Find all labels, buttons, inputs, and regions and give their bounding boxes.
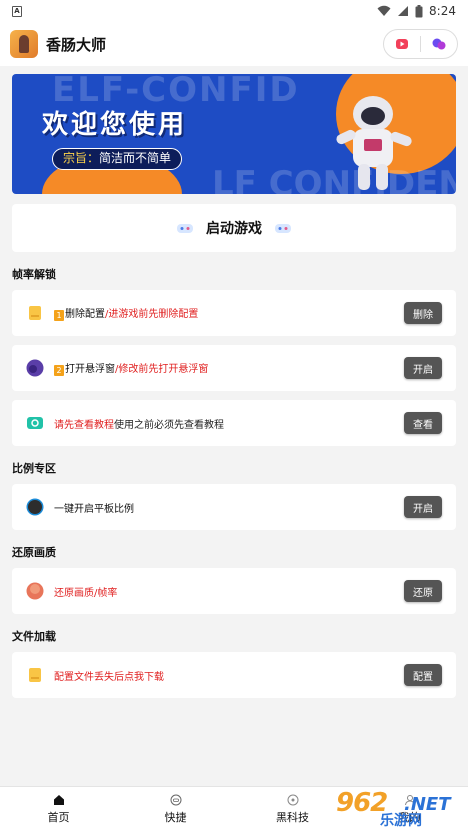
restore-button[interactable]: 还原 xyxy=(404,580,442,602)
row-tablet-ratio-text: 一键开启平板比例 xyxy=(54,500,404,515)
start-game-label: 启动游戏 xyxy=(206,221,262,237)
row-download-config: 配置文件丢失后点我下载 配置 xyxy=(12,652,456,698)
banner-tagline: 宗旨：简洁而不简单 xyxy=(52,148,183,170)
welcome-banner[interactable]: ELF-CONFID LF CONFIDEN 欢迎您使用 宗旨：简洁而不简单 xyxy=(12,74,456,194)
row-title: 一键开启平板比例 xyxy=(54,503,134,515)
compass-icon xyxy=(287,794,298,806)
row-title: 删除配置 xyxy=(65,309,105,320)
astronaut-illustration xyxy=(336,96,412,190)
tagline-prefix: 宗旨： xyxy=(63,151,100,165)
main-content: ELF-CONFID LF CONFIDEN 欢迎您使用 宗旨：简洁而不简单 启… xyxy=(0,66,468,706)
row-tablet-ratio: 一键开启平板比例 开启 xyxy=(12,484,456,530)
community-button[interactable] xyxy=(421,30,457,58)
row-open-floating-window-text: 2 打开悬浮窗/修改前先打开悬浮窗 xyxy=(54,360,404,376)
gamepad-icon xyxy=(170,794,181,806)
open-floating-button[interactable]: 开启 xyxy=(404,357,442,379)
tagline-text: 简洁而不简单 xyxy=(99,151,172,165)
clock: 8:24 xyxy=(429,4,456,18)
teal-chat-icon xyxy=(27,417,43,429)
nav-shortcuts-label: 快捷 xyxy=(164,811,187,824)
config-button[interactable]: 配置 xyxy=(404,664,442,686)
nav-home[interactable]: 首页 xyxy=(0,787,117,832)
status-bar: A 8:24 xyxy=(0,0,468,22)
banner-headline: 欢迎您使用 xyxy=(42,110,188,140)
row-note: 使用之前必须先查看教程 xyxy=(114,419,224,431)
home-icon xyxy=(53,795,64,805)
nav-home-label: 首页 xyxy=(47,811,70,824)
row-note: 配置文件丢失后点我下载 xyxy=(54,671,164,683)
section-title-restore: 还原画质 xyxy=(12,546,56,559)
orange-circle-icon xyxy=(26,582,44,600)
site-watermark: 962 .NET 乐游网 xyxy=(332,788,462,829)
app-title: 香肠大师 xyxy=(46,35,107,54)
enable-tablet-ratio-button[interactable]: 开启 xyxy=(404,496,442,518)
battery-icon xyxy=(415,4,423,17)
gamepad-right-icon xyxy=(275,224,291,233)
row-delete-config: 1 删除配置/进游戏前先删除配置 删除 xyxy=(12,290,456,336)
section-title-frame-unlock: 帧率解锁 xyxy=(12,268,56,281)
row-view-tutorial: 请先查看教程使用之前必须先查看教程 查看 xyxy=(12,400,456,446)
step-badge: 2 xyxy=(54,365,64,376)
start-game-button[interactable]: 启动游戏 xyxy=(12,204,456,252)
section-title-file-load: 文件加载 xyxy=(12,630,56,643)
dark-circle-icon xyxy=(26,498,44,516)
watermark-subtitle: 乐游网 xyxy=(380,813,422,829)
row-download-config-text: 配置文件丢失后点我下载 xyxy=(54,668,404,683)
row-note: /进游戏前先删除配置 xyxy=(105,309,199,320)
step-badge: 1 xyxy=(54,310,64,321)
nav-black-tech-label: 黑科技 xyxy=(276,811,309,824)
row-open-floating-window: 2 打开悬浮窗/修改前先打开悬浮窗 开启 xyxy=(12,345,456,391)
nav-shortcuts[interactable]: 快捷 xyxy=(117,787,234,832)
row-note: 还原画质/帧率 xyxy=(54,587,118,599)
folder-icon xyxy=(29,306,41,320)
sim-card-icon: A xyxy=(12,5,22,17)
play-icon xyxy=(396,39,408,49)
row-title: 打开悬浮窗 xyxy=(65,364,115,375)
app-logo xyxy=(10,30,38,58)
row-restore-quality-text: 还原画质/帧率 xyxy=(54,584,404,599)
delete-button[interactable]: 删除 xyxy=(404,302,442,324)
view-tutorial-button[interactable]: 查看 xyxy=(404,412,442,434)
folder-icon xyxy=(29,668,41,682)
section-title-ratio: 比例专区 xyxy=(12,462,56,475)
row-view-tutorial-text: 请先查看教程使用之前必须先查看教程 xyxy=(54,416,404,431)
app-bar: 香肠大师 xyxy=(0,22,468,66)
signal-icon xyxy=(398,6,409,16)
video-button[interactable] xyxy=(384,30,420,58)
row-restore-quality: 还原画质/帧率 还原 xyxy=(12,568,456,614)
row-note: /修改前先打开悬浮窗 xyxy=(115,364,209,375)
wifi-icon xyxy=(377,5,391,16)
gamepad-left-icon xyxy=(177,224,193,233)
bubbles-icon xyxy=(432,38,446,50)
row-title-red: 请先查看教程 xyxy=(54,419,114,431)
row-delete-config-text: 1 删除配置/进游戏前先删除配置 xyxy=(54,305,404,321)
header-capsule xyxy=(383,29,458,59)
purple-circle-icon xyxy=(26,359,44,377)
